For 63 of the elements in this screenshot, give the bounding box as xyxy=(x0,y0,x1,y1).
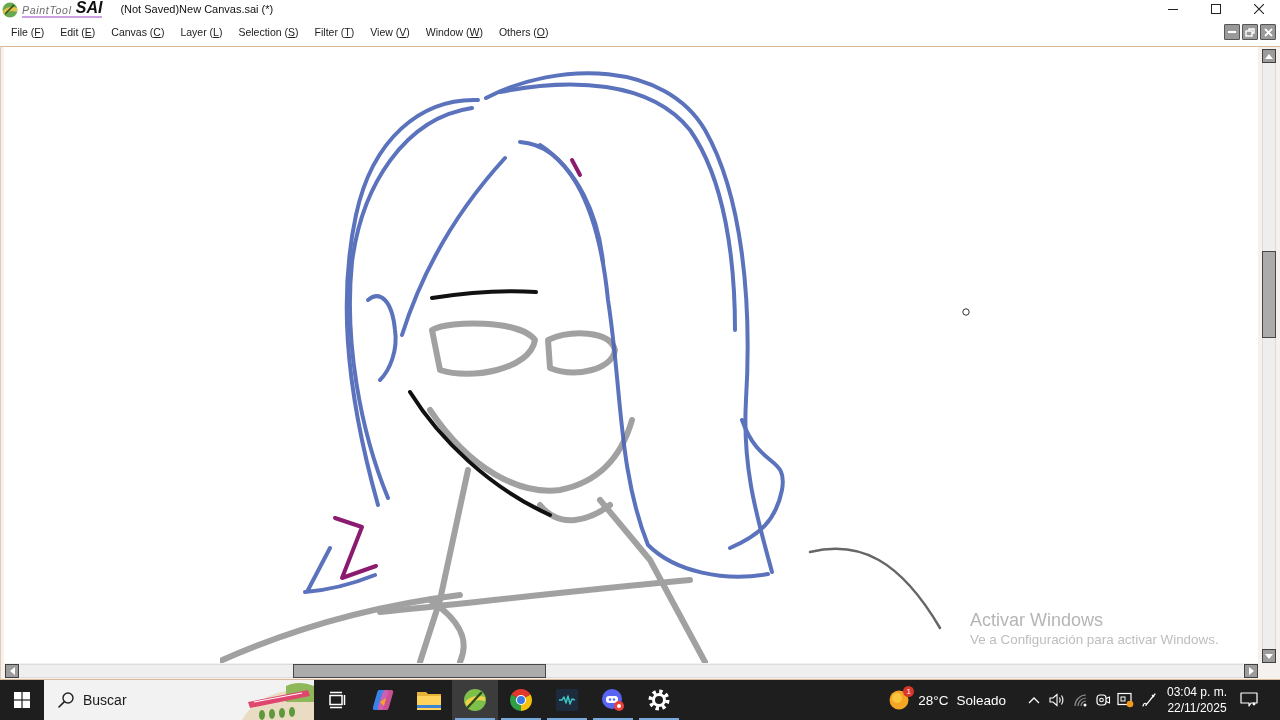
logo-name: SAI xyxy=(75,0,103,16)
window-title: (Not Saved)New Canvas.sai (*) xyxy=(120,3,274,15)
close-icon xyxy=(1253,4,1264,14)
screen-icon xyxy=(1117,692,1134,708)
weather-condition: Soleado xyxy=(956,692,1006,708)
weather-widget[interactable]: 1 28°C Soleado xyxy=(885,680,1012,720)
robot-face-icon xyxy=(601,688,625,712)
settings-icon xyxy=(648,689,670,711)
menu-item[interactable]: Others (O) xyxy=(490,21,557,43)
maximize-icon xyxy=(1210,4,1221,14)
scrollbar-thumb[interactable] xyxy=(293,664,546,678)
sun-icon xyxy=(889,690,910,710)
notification-icon xyxy=(1240,692,1258,708)
search-icon xyxy=(58,692,74,708)
logo-tagline: PaintTool xyxy=(22,4,72,16)
menu-item[interactable]: Edit (E) xyxy=(52,21,104,43)
scroll-right-button[interactable] xyxy=(1244,664,1258,678)
train-drawing xyxy=(242,682,314,720)
left-triangle-icon xyxy=(9,667,15,675)
menu-item[interactable]: File (F) xyxy=(3,21,53,43)
pen-icon xyxy=(1140,692,1157,708)
activation-message: Ve a Configuración para activar Windows. xyxy=(970,631,1219,649)
scrollbar-thumb[interactable] xyxy=(1262,251,1276,338)
close-canvas-button[interactable] xyxy=(1260,24,1276,40)
clock-button[interactable]: 03:04 p. m. 22/11/2025 xyxy=(1162,680,1232,720)
close-icon xyxy=(1263,27,1273,37)
task-view-icon xyxy=(328,691,346,709)
windows-icon xyxy=(14,692,30,708)
minimize-icon xyxy=(1228,31,1236,33)
menu-item[interactable]: Filter (T) xyxy=(306,21,363,43)
camera-icon xyxy=(1094,692,1111,708)
menu-item[interactable]: Selection (S) xyxy=(230,21,307,43)
menu-item[interactable]: Canvas (C) xyxy=(103,21,173,43)
activation-title: Activar Windows xyxy=(970,609,1104,631)
scroll-down-button[interactable] xyxy=(1262,649,1276,663)
menu-item[interactable]: Window (W) xyxy=(417,21,491,43)
minimize-icon xyxy=(1167,8,1178,10)
up-triangle-icon xyxy=(1265,53,1273,59)
ribbon-icon xyxy=(371,688,395,712)
down-triangle-icon xyxy=(1265,653,1273,659)
folder-icon xyxy=(417,690,441,710)
right-triangle-icon xyxy=(1248,667,1254,675)
wifi-icon xyxy=(1072,693,1087,707)
taskbar-app-button[interactable] xyxy=(452,680,498,720)
search-field[interactable]: Buscar xyxy=(44,680,314,720)
menu-item[interactable]: View (V) xyxy=(362,21,418,43)
browser-icon xyxy=(510,689,532,711)
clock-time: 03:04 p. m. xyxy=(1166,684,1227,700)
chevron-up-icon xyxy=(1027,696,1040,704)
menu-item[interactable]: Layer (L) xyxy=(172,21,231,43)
restore-icon xyxy=(1245,27,1255,37)
notification-count: 1 xyxy=(903,686,915,697)
scroll-left-button[interactable] xyxy=(5,664,19,678)
scroll-up-button[interactable] xyxy=(1262,49,1276,63)
logo-icon xyxy=(2,1,18,18)
restore-canvas-button[interactable] xyxy=(1242,24,1258,40)
waveform-icon xyxy=(556,689,578,711)
temperature-text: 28°C xyxy=(918,692,949,708)
volume-icon xyxy=(1048,693,1065,707)
clock-date: 22/11/2025 xyxy=(1167,700,1227,716)
globe-brush-icon xyxy=(463,688,487,712)
minimize-canvas-button[interactable] xyxy=(1224,24,1240,40)
brush-cursor-icon xyxy=(962,308,970,316)
